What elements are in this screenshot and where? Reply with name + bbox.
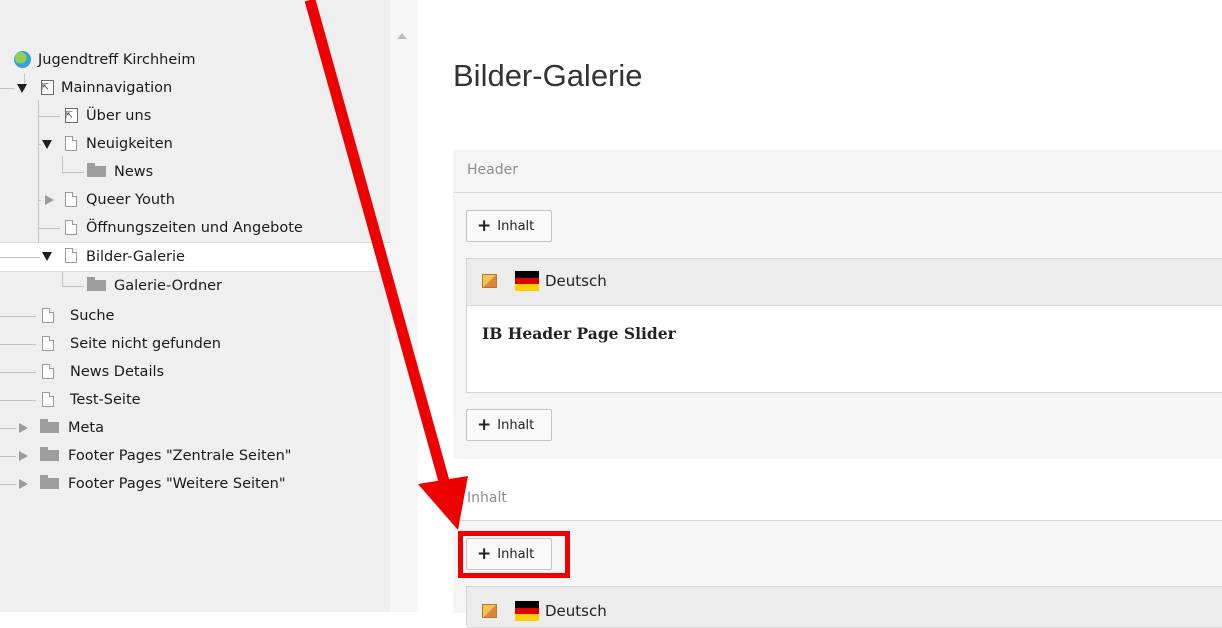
tree-item-label: Neuigkeiten: [86, 136, 173, 152]
scroll-up-icon[interactable]: [397, 33, 407, 39]
tree-item-queer-youth[interactable]: Queer Youth: [0, 186, 390, 214]
content-element-header: Deutsch: [467, 259, 1222, 306]
tree-item-test-seite[interactable]: Test-Seite: [0, 386, 390, 414]
tree-scrollbar[interactable]: [390, 0, 418, 612]
tree-item-ueber-uns[interactable]: Über uns: [0, 102, 390, 130]
expand-icon[interactable]: [19, 423, 28, 433]
tree-item-news-details[interactable]: News Details: [0, 358, 390, 386]
page-icon: [42, 364, 54, 379]
page-icon: [65, 248, 77, 263]
collapse-icon[interactable]: [42, 140, 52, 149]
expand-icon[interactable]: [19, 479, 28, 489]
column-header-inhalt: Inhalt: [453, 478, 1222, 520]
expand-icon[interactable]: [45, 195, 54, 205]
language-label: Deutsch: [545, 602, 607, 620]
page-icon: [42, 336, 54, 351]
german-flag-icon: [515, 601, 539, 622]
content-element-header: Deutsch: [467, 587, 1222, 628]
highlight-box: [458, 531, 570, 578]
tree-item-label: Footer Pages "Weitere Seiten": [68, 476, 286, 492]
tree-item-neuigkeiten[interactable]: Neuigkeiten: [0, 130, 390, 158]
folder-icon: [40, 419, 59, 433]
german-flag-icon: [515, 271, 539, 292]
tree-root-label: Jugendtreff Kirchheim: [38, 52, 196, 68]
tree-item-label: Über uns: [86, 108, 152, 124]
tree-item-label: Queer Youth: [86, 192, 175, 208]
tree-item-bilder-galerie[interactable]: Bilder-Galerie: [0, 242, 390, 272]
page-tree: Jugendtreff Kirchheim Mainnavigation Übe…: [0, 0, 390, 612]
collapse-icon[interactable]: [17, 84, 27, 93]
column-header-header: Header: [453, 150, 1222, 192]
tree-item-mainnavigation[interactable]: Mainnavigation: [0, 74, 390, 102]
collapse-icon[interactable]: [42, 252, 52, 261]
page-title: Bilder-Galerie: [453, 58, 643, 93]
tree-item-label: Öffnungszeiten und Angebote: [86, 220, 303, 236]
column-label: Header: [467, 162, 518, 178]
tree-item-label: Suche: [70, 308, 115, 324]
tree-item-label: News Details: [70, 364, 165, 380]
content-type-icon: [482, 604, 497, 618]
add-content-label: Inhalt: [497, 417, 535, 433]
tree-item-label: Bilder-Galerie: [86, 249, 185, 265]
add-content-button[interactable]: + Inhalt: [466, 409, 552, 441]
page-icon: [65, 220, 77, 235]
add-content-button[interactable]: + Inhalt: [466, 210, 552, 242]
tree-item-galerie-ordner[interactable]: Galerie-Ordner: [0, 272, 390, 300]
tree-item-meta[interactable]: Meta: [0, 414, 390, 442]
globe-icon: [14, 51, 31, 68]
shortcut-page-icon: [41, 80, 54, 95]
folder-icon: [40, 447, 59, 461]
tree-item-label: Footer Pages "Zentrale Seiten": [68, 448, 292, 464]
folder-icon: [87, 277, 106, 291]
content-type-icon: [482, 274, 497, 288]
page-icon: [65, 192, 77, 207]
tree-item-news[interactable]: News: [0, 158, 390, 186]
tree-root[interactable]: Jugendtreff Kirchheim: [0, 46, 390, 74]
tree-item-label: Test-Seite: [70, 392, 141, 408]
tree-item-seite-nicht-gefunden[interactable]: Seite nicht gefunden: [0, 330, 390, 358]
tree-item-footer-weitere[interactable]: Footer Pages "Weitere Seiten": [0, 470, 390, 498]
content-element-title: IB Header Page Slider: [482, 324, 676, 343]
tree-item-suche[interactable]: Suche: [0, 302, 390, 330]
language-label: Deutsch: [545, 272, 607, 290]
plus-icon: +: [477, 215, 492, 236]
add-content-label: Inhalt: [497, 218, 535, 234]
column-label: Inhalt: [467, 490, 507, 506]
tree-item-oeffnungszeiten[interactable]: Öffnungszeiten und Angebote: [0, 214, 390, 242]
page-icon: [65, 136, 77, 151]
folder-icon: [87, 163, 106, 177]
expand-icon[interactable]: [19, 451, 28, 461]
page-icon: [42, 392, 54, 407]
folder-icon: [40, 475, 59, 489]
plus-icon: +: [477, 414, 492, 435]
content-element[interactable]: Deutsch: [466, 586, 1222, 628]
tree-item-label: News: [114, 164, 154, 180]
tree-item-footer-zentrale[interactable]: Footer Pages "Zentrale Seiten": [0, 442, 390, 470]
tree-item-label: Galerie-Ordner: [114, 278, 223, 294]
content-element[interactable]: Deutsch IB Header Page Slider: [466, 258, 1222, 393]
tree-item-label: Mainnavigation: [61, 80, 173, 96]
tree-item-label: Seite nicht gefunden: [70, 336, 221, 352]
shortcut-page-icon: [65, 108, 78, 123]
page-icon: [42, 308, 54, 323]
tree-item-label: Meta: [68, 420, 105, 436]
